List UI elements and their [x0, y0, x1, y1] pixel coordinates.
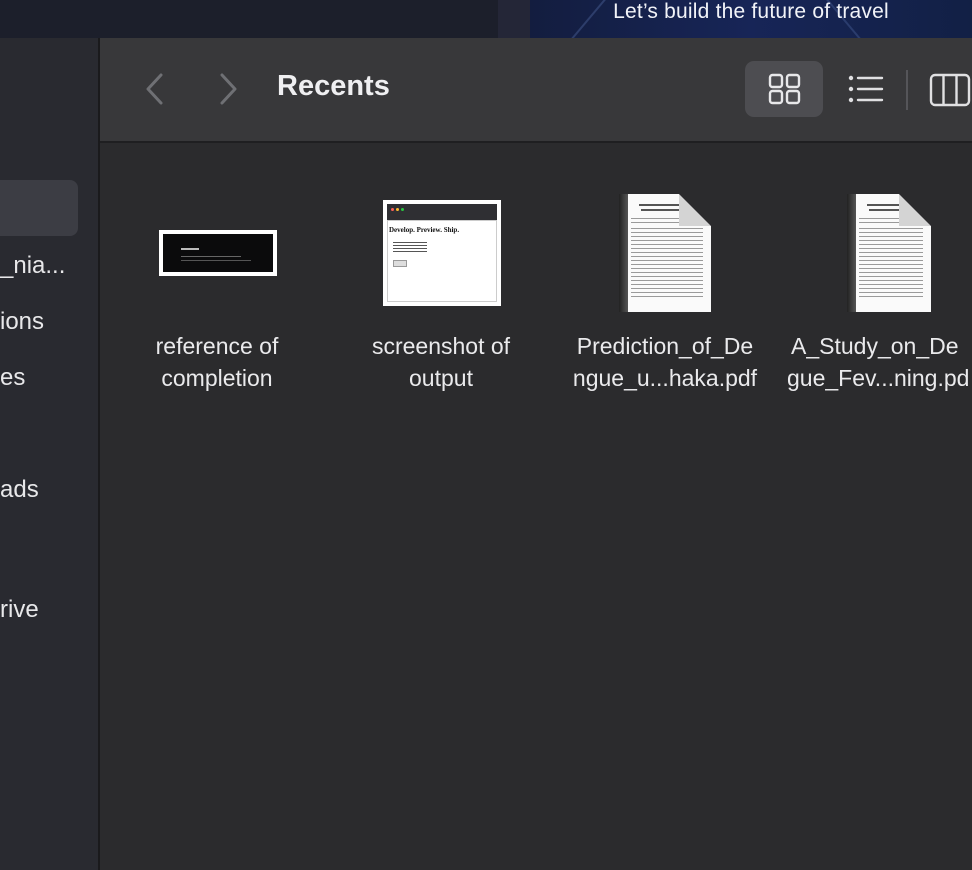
grid-view-button[interactable] [745, 61, 823, 117]
thumbnail-heading: Develop. Preview. Ship. [389, 226, 460, 234]
file-name-reference[interactable]: reference of completion [112, 330, 322, 394]
chevron-right-icon [220, 73, 237, 105]
file-name-line: screenshot of [371, 333, 511, 359]
forward-button[interactable] [216, 72, 240, 106]
sidebar-item-1[interactable]: _nia... [0, 252, 65, 280]
background-window-strip: Let’s build the future of travel [0, 0, 972, 38]
sidebar-item-applications[interactable]: ions [0, 308, 44, 336]
column-view-button[interactable] [928, 70, 972, 110]
window-title: Recents [277, 70, 390, 102]
background-window [0, 0, 498, 38]
travel-banner: Let’s build the future of travel [530, 0, 972, 38]
grid-view-icon [768, 73, 801, 105]
file-name-line: A_Study_on_De [791, 333, 959, 359]
file-name-line: output [409, 365, 473, 391]
file-name-line: gue_Fev...ning.pd [787, 365, 970, 391]
pdf-thumbnail-prediction[interactable] [619, 194, 711, 312]
banner-text: Let’s build the future of travel [613, 0, 889, 23]
column-view-icon [929, 73, 971, 107]
sidebar-item-downloads[interactable]: ads [0, 476, 39, 504]
pdf-thumbnail-study[interactable] [847, 194, 931, 312]
file-name-prediction-pdf[interactable]: Prediction_of_De ngue_u...haka.pdf [560, 330, 770, 394]
window-divider [498, 0, 530, 38]
file-thumbnail-screenshot[interactable]: Develop. Preview. Ship. [383, 200, 501, 306]
file-name-screenshot[interactable]: screenshot of output [336, 330, 546, 394]
file-name-line: ngue_u...haka.pdf [572, 365, 758, 391]
chevron-left-icon [146, 73, 163, 105]
sidebar-selected-item[interactable] [0, 180, 78, 236]
file-name-line: reference of [155, 333, 279, 359]
finder-sidebar: _nia... ions es ads rive [0, 38, 98, 870]
sidebar-item-files[interactable]: es [0, 364, 25, 392]
list-view-icon [848, 75, 884, 103]
list-view-button[interactable] [845, 65, 887, 113]
back-button[interactable] [143, 72, 167, 106]
file-name-line: completion [161, 365, 273, 391]
file-thumbnail-reference[interactable] [159, 230, 277, 276]
sidebar-item-drive[interactable]: rive [0, 596, 39, 624]
file-name-study-pdf[interactable]: A_Study_on_De gue_Fev...ning.pd [784, 330, 972, 394]
toolbar-separator [906, 70, 908, 110]
file-name-line: Prediction_of_De [576, 333, 754, 359]
